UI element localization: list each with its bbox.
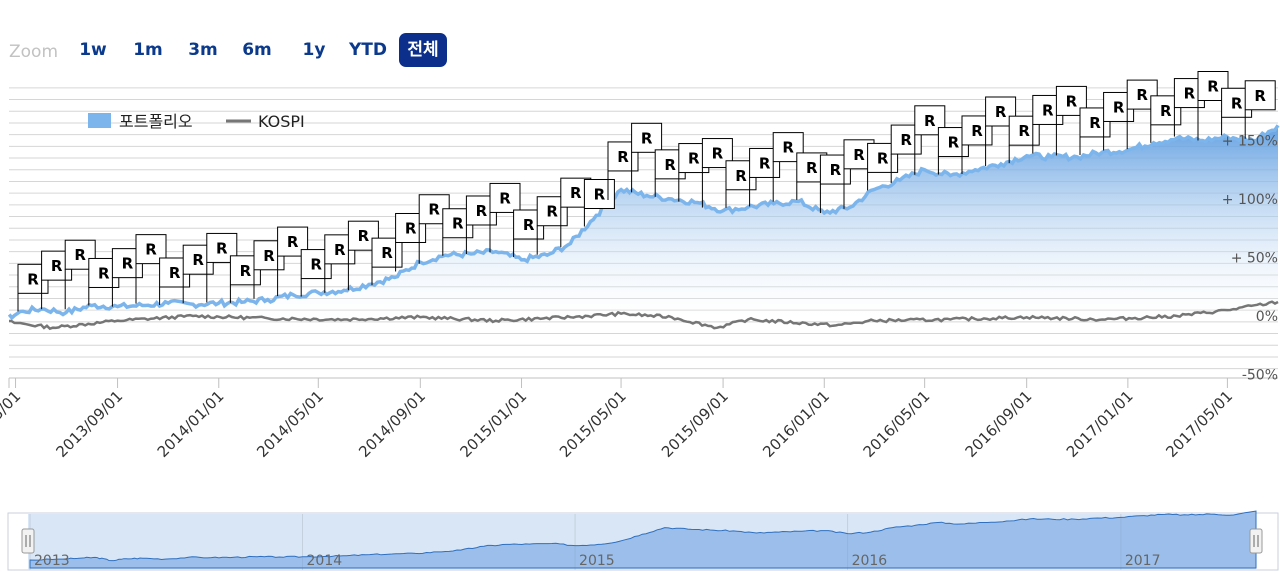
- flag-label: R: [27, 270, 39, 288]
- flag-label: R: [381, 244, 393, 262]
- flag-label: R: [523, 216, 535, 234]
- x-tick-label: 2016/09/01: [962, 387, 1036, 461]
- y-tick-label: 0%: [1256, 309, 1278, 325]
- flag-label: R: [216, 239, 228, 257]
- flag-label: R: [169, 264, 181, 282]
- flag-label: R: [1136, 86, 1148, 104]
- flag-label: R: [51, 257, 63, 275]
- flag-label: R: [806, 159, 818, 177]
- flag-label: R: [98, 264, 110, 282]
- navigator[interactable]: 2013 2014 2015 2016 2017: [7, 510, 1279, 571]
- flag-label: R: [334, 241, 346, 259]
- flag-label: R: [594, 185, 606, 203]
- flag-label: R: [641, 129, 653, 147]
- y-tick-label: + 50%: [1231, 251, 1278, 267]
- flag-label: R: [1231, 94, 1243, 112]
- x-axis: 2013/05/01 2013/09/01 2014/01/01 2014/05/01…: [0, 378, 1236, 461]
- x-tick-label: 2017/05/01: [1162, 387, 1236, 461]
- flag-label: R: [759, 154, 771, 172]
- flag-label: R: [263, 247, 275, 265]
- x-tick-label: 2015/05/01: [556, 387, 630, 461]
- flag-label: R: [1018, 122, 1030, 140]
- portfolio-area-layer: [7, 124, 1280, 321]
- flag-label: R: [900, 131, 912, 149]
- flag-label: R: [145, 241, 157, 259]
- x-tick-label: 2017/01/01: [1063, 387, 1137, 461]
- portfolio-chart: RRRRRRRRRRRRRRRRRRRRRRRR RRRR R RRRRR RR RRRR…: [0, 71, 1280, 571]
- flag-label: R: [74, 246, 86, 264]
- flag-label: R: [452, 215, 464, 233]
- flag-label: R: [1066, 92, 1078, 110]
- flag-label: R: [712, 145, 724, 163]
- legend-portfolio-label: 포트폴리오: [119, 112, 193, 131]
- navigator-year-label: 2016: [852, 553, 888, 569]
- flag-label: R: [830, 161, 842, 179]
- y-tick-label: + 100%: [1222, 192, 1278, 208]
- legend[interactable]: 포트폴리오 KOSPI: [88, 112, 305, 131]
- flag-label: R: [664, 156, 676, 174]
- flag-label: R: [428, 201, 440, 219]
- flag-label: R: [948, 134, 960, 152]
- flag-label: R: [924, 112, 936, 130]
- x-tick-label: 2015/09/01: [658, 387, 732, 461]
- x-tick-label: 2014/09/01: [355, 387, 429, 461]
- flag-label: R: [1089, 114, 1101, 132]
- flag-label: R: [1207, 78, 1219, 96]
- flag-label: R: [287, 233, 299, 251]
- navigator-year-label: 2015: [579, 553, 615, 569]
- flag-label: R: [995, 103, 1007, 121]
- x-tick-label: 2015/01/01: [456, 387, 530, 461]
- flag-label: R: [1113, 98, 1125, 116]
- flag-label: R: [853, 146, 865, 164]
- flag-label: R: [499, 189, 511, 207]
- flag-label: R: [546, 203, 558, 221]
- flag-label: R: [405, 219, 417, 237]
- x-tick-label: 2013/05/01: [0, 387, 24, 461]
- navigator-year-label: 2014: [307, 553, 343, 569]
- navigator-right-handle[interactable]: [1249, 528, 1263, 554]
- flag-label: R: [358, 227, 370, 245]
- flag-label: R: [476, 202, 488, 220]
- x-tick-label: 2016/05/01: [860, 387, 934, 461]
- y-tick-label: + 150%: [1222, 134, 1278, 150]
- flag-label: R: [617, 148, 629, 166]
- flag-label: R: [192, 251, 204, 269]
- navigator-year-label: 2017: [1125, 553, 1161, 569]
- legend-portfolio-swatch: [88, 113, 111, 128]
- x-tick-label: 2013/09/01: [53, 387, 127, 461]
- flag-label: R: [782, 139, 794, 157]
- navigator-year-label: 2013: [34, 553, 70, 569]
- flag-label: R: [735, 167, 747, 185]
- y-tick-label: -50%: [1242, 368, 1278, 384]
- flag-label: R: [1042, 101, 1054, 119]
- x-tick-label: 2014/05/01: [253, 387, 327, 461]
- flag-label: R: [570, 184, 582, 202]
- flag-label: R: [1254, 87, 1266, 105]
- flag-label: R: [688, 150, 700, 168]
- x-tick-label: 2014/01/01: [154, 387, 228, 461]
- flag-label: R: [971, 122, 983, 140]
- flag-label: R: [1160, 102, 1172, 120]
- flag-label: R: [240, 262, 252, 280]
- flag-label: R: [122, 255, 134, 273]
- flag-label: R: [310, 256, 322, 274]
- flag-label: R: [877, 149, 889, 167]
- navigator-left-handle[interactable]: [21, 528, 35, 554]
- x-tick-label: 2016/01/01: [759, 387, 833, 461]
- legend-kospi-label: KOSPI: [258, 112, 305, 131]
- flag-label: R: [1184, 85, 1196, 103]
